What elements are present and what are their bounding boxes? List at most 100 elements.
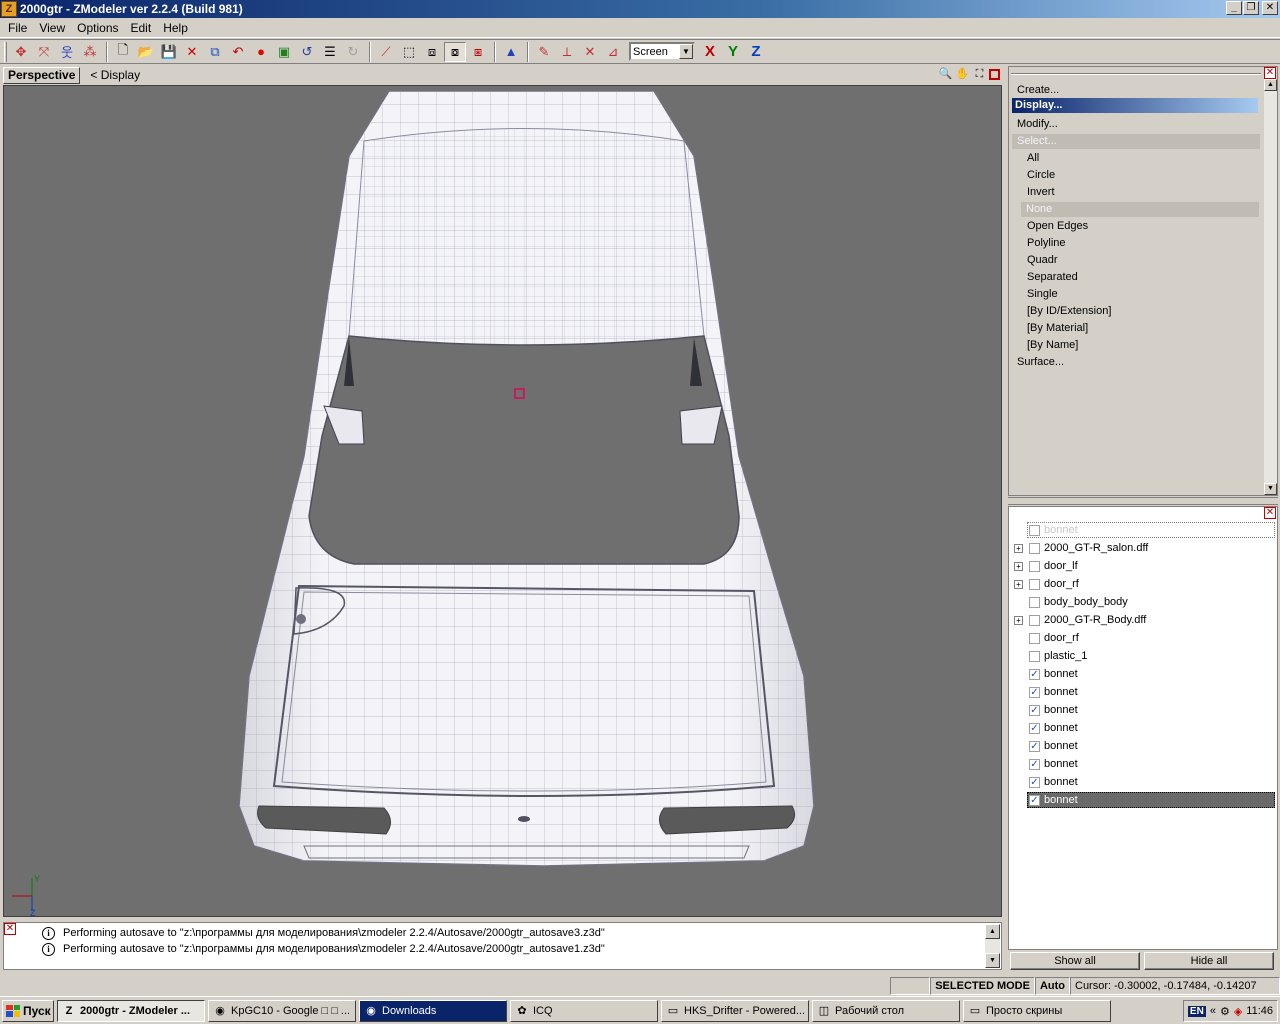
command-item[interactable]: Modify... bbox=[1017, 117, 1058, 132]
box-icon[interactable]: ⬚ bbox=[398, 42, 420, 62]
panel-splitter[interactable] bbox=[1008, 497, 1278, 505]
pointer-icon[interactable]: ✥ bbox=[10, 42, 32, 62]
visibility-checkbox[interactable]: ✓ bbox=[1029, 794, 1040, 806]
visibility-checkbox[interactable] bbox=[1029, 524, 1040, 536]
visibility-checkbox[interactable]: ✓ bbox=[1029, 704, 1040, 716]
command-item[interactable]: Single bbox=[1027, 287, 1058, 302]
network-icon[interactable]: ⚙ bbox=[1220, 1005, 1230, 1018]
restore-button[interactable]: ❐ bbox=[1243, 1, 1259, 15]
taskbar-button[interactable]: ✿ ICQ bbox=[510, 999, 658, 1022]
hide-all-button[interactable]: Hide all bbox=[1144, 952, 1274, 970]
command-item[interactable]: Quadr bbox=[1027, 253, 1058, 268]
tree-item[interactable]: ✓ bonnet bbox=[1009, 701, 1277, 719]
viewport-breadcrumb[interactable]: < Display bbox=[90, 68, 140, 82]
visibility-checkbox[interactable]: ✓ bbox=[1029, 722, 1040, 734]
command-item[interactable]: Separated bbox=[1027, 270, 1078, 285]
axis-cross-icon[interactable]: ✕ bbox=[579, 42, 601, 62]
taskbar-button[interactable]: ◫ Рабочий стол bbox=[812, 999, 960, 1022]
language-indicator[interactable]: EN bbox=[1187, 1005, 1206, 1017]
open-file-icon[interactable]: 📂 bbox=[135, 42, 157, 62]
command-item[interactable]: Invert bbox=[1027, 185, 1055, 200]
group-icon[interactable]: ⁂ bbox=[79, 42, 101, 62]
menu-options[interactable]: Options bbox=[71, 21, 124, 35]
command-panel-scrollbar[interactable]: ▲ ▼ bbox=[1264, 79, 1277, 495]
expand-icon[interactable]: + bbox=[1014, 561, 1023, 571]
command-item[interactable]: Circle bbox=[1027, 168, 1055, 183]
paint-icon[interactable]: ✎ bbox=[533, 42, 555, 62]
visibility-checkbox[interactable] bbox=[1029, 542, 1040, 554]
axis-y-button[interactable]: Y bbox=[722, 42, 744, 62]
taskbar-button[interactable]: ◉ KpGC10 - Google □ □ ... bbox=[208, 999, 356, 1022]
menu-edit[interactable]: Edit bbox=[125, 21, 158, 35]
redo-icon[interactable]: ↻ bbox=[342, 42, 364, 62]
axis-frame-icon[interactable]: ⊿ bbox=[602, 42, 624, 62]
visibility-checkbox[interactable] bbox=[1029, 650, 1040, 662]
new-file-icon[interactable]: 🗋 bbox=[112, 42, 134, 62]
undo-icon[interactable]: ↺ bbox=[296, 42, 318, 62]
tree-item[interactable]: ✓ bonnet bbox=[1009, 719, 1277, 737]
axis-icon[interactable]: ⟂ bbox=[556, 42, 578, 62]
command-item[interactable]: All bbox=[1027, 151, 1039, 166]
visibility-checkbox[interactable]: ✓ bbox=[1029, 758, 1040, 770]
show-all-button[interactable]: Show all bbox=[1010, 952, 1140, 970]
command-item[interactable]: Polyline bbox=[1027, 236, 1066, 251]
command-item[interactable]: [By Material] bbox=[1027, 321, 1088, 336]
coordinate-system-select[interactable]: Screen ▼ bbox=[629, 42, 695, 61]
tree-item[interactable]: + door_lf bbox=[1009, 557, 1277, 575]
tree-item[interactable]: ✓ bonnet bbox=[1009, 737, 1277, 755]
axis-z-button[interactable]: Z bbox=[745, 42, 767, 62]
taskbar-button[interactable]: ▭ Просто скрины bbox=[963, 999, 1111, 1022]
vertex-mode-icon[interactable]: ⟋ bbox=[375, 42, 397, 62]
visibility-checkbox[interactable]: ✓ bbox=[1029, 686, 1040, 698]
viewport-tab-perspective[interactable]: Perspective bbox=[3, 66, 81, 84]
visibility-checkbox[interactable] bbox=[1029, 596, 1040, 608]
tree-item[interactable]: ✓ bonnet bbox=[1009, 683, 1277, 701]
scroll-down-icon[interactable]: ▼ bbox=[985, 953, 1000, 968]
viewport-frame-icon[interactable] bbox=[989, 69, 1000, 80]
tree-item[interactable]: bonnet bbox=[1009, 521, 1277, 539]
tree-item[interactable]: body_body_body bbox=[1009, 593, 1277, 611]
maximize-viewport-icon[interactable]: ⛶ bbox=[972, 67, 987, 82]
command-item[interactable]: [By Name] bbox=[1027, 338, 1078, 353]
cone-icon[interactable]: ▲ bbox=[500, 42, 522, 62]
visibility-checkbox[interactable] bbox=[1029, 614, 1040, 626]
tree-item[interactable]: plastic_1 bbox=[1009, 647, 1277, 665]
start-button[interactable]: Пуск bbox=[2, 999, 54, 1022]
toolbar-grip[interactable] bbox=[4, 41, 7, 62]
scroll-up-icon[interactable]: ▲ bbox=[1264, 79, 1277, 91]
undo-red-icon[interactable]: ↶ bbox=[227, 42, 249, 62]
visibility-checkbox[interactable]: ✓ bbox=[1029, 668, 1040, 680]
taskbar-button[interactable]: ◉ Downloads bbox=[359, 999, 507, 1022]
cube-red-icon[interactable]: ⧆ bbox=[467, 42, 489, 62]
record-icon[interactable]: ● bbox=[250, 42, 272, 62]
visibility-checkbox[interactable]: ✓ bbox=[1029, 776, 1040, 788]
axis-x-button[interactable]: X bbox=[699, 42, 721, 62]
visibility-checkbox[interactable] bbox=[1029, 578, 1040, 590]
command-item[interactable]: Display... bbox=[1012, 98, 1258, 113]
cube-icon[interactable]: ⧈ bbox=[421, 42, 443, 62]
tree-item[interactable]: ✓ bonnet bbox=[1009, 665, 1277, 683]
tree-item[interactable]: ✓ bonnet bbox=[1009, 791, 1277, 809]
command-item[interactable]: [By ID/Extension] bbox=[1027, 304, 1111, 319]
delete-icon[interactable]: ✕ bbox=[181, 42, 203, 62]
taskbar-button[interactable]: Z 2000gtr - ZModeler ... bbox=[57, 999, 205, 1022]
close-tree-icon[interactable]: ✕ bbox=[1264, 507, 1276, 519]
chevron-down-icon[interactable]: ▼ bbox=[679, 44, 693, 59]
scroll-up-icon[interactable]: ▲ bbox=[985, 924, 1000, 939]
visibility-checkbox[interactable]: ✓ bbox=[1029, 740, 1040, 752]
command-item[interactable]: Open Edges bbox=[1027, 219, 1088, 234]
tree-item[interactable]: ✓ bonnet bbox=[1009, 755, 1277, 773]
minimize-button[interactable]: _ bbox=[1226, 1, 1242, 15]
walk-icon[interactable]: 웃 bbox=[56, 42, 78, 62]
tree-item[interactable]: ✓ bonnet bbox=[1009, 773, 1277, 791]
expand-icon[interactable]: + bbox=[1014, 615, 1023, 625]
log-scrollbar[interactable]: ▲ ▼ bbox=[985, 924, 1000, 968]
command-item[interactable]: Create... bbox=[1017, 83, 1059, 98]
notes-icon[interactable]: ☰ bbox=[319, 42, 341, 62]
save-icon[interactable]: 💾 bbox=[158, 42, 180, 62]
export-icon[interactable]: ⧉ bbox=[204, 42, 226, 62]
visibility-checkbox[interactable] bbox=[1029, 560, 1040, 572]
close-panel-icon[interactable]: ✕ bbox=[1264, 67, 1276, 79]
menu-help[interactable]: Help bbox=[157, 21, 194, 35]
taskbar-button[interactable]: ▭ HKS_Drifter - Powered... bbox=[661, 999, 809, 1022]
